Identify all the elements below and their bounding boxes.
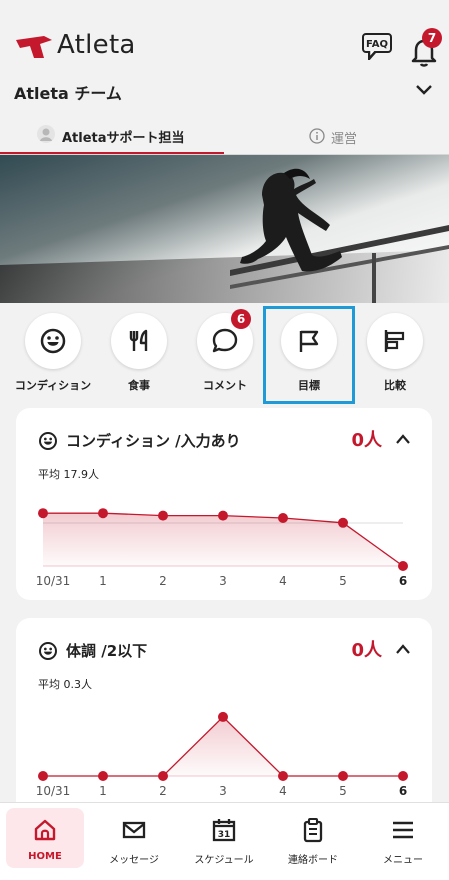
chart-point — [398, 771, 408, 781]
physical-condition-card[interactable]: 体調 /2以下 0人 平均 0.3人 10/31 1 2 3 4 5 6 — [16, 618, 432, 818]
x-tick-label: 2 — [159, 784, 167, 798]
nav-menu[interactable]: メニュー — [363, 809, 443, 867]
nav-label: 連絡ボード — [288, 855, 338, 866]
chart-point — [218, 711, 228, 722]
chart-point — [158, 510, 168, 521]
quick-action-label: コメント — [203, 379, 247, 392]
comment-badge: 6 — [231, 309, 251, 329]
tab-support-staff[interactable]: Atletaサポート担当 — [0, 118, 224, 154]
quick-action-label: コンディション — [14, 379, 92, 392]
tab-label: 運営 — [331, 132, 358, 147]
chart-area — [43, 513, 403, 566]
x-tick-label: 4 — [279, 784, 287, 798]
info-icon — [309, 128, 325, 144]
nav-label: HOME — [28, 851, 62, 862]
chart-area — [43, 716, 403, 776]
chevron-down-icon[interactable] — [414, 82, 434, 98]
faq-button[interactable]: FAQ — [362, 33, 394, 61]
quick-action-label: 食事 — [128, 379, 150, 392]
quick-action-label: 比較 — [384, 379, 406, 392]
chart-point — [338, 771, 348, 781]
quick-action-compare[interactable]: 比較 — [351, 313, 439, 397]
quick-action-condition[interactable]: コンディション — [9, 313, 97, 397]
x-tick-label: 5 — [339, 784, 347, 798]
x-tick-label: 6 — [399, 574, 407, 588]
chart-point — [38, 771, 48, 781]
mail-icon — [122, 821, 146, 839]
notification-badge: 7 — [422, 28, 442, 48]
chart-point — [218, 510, 228, 521]
notification-button[interactable]: 7 — [408, 28, 442, 67]
avatar — [37, 125, 55, 143]
x-tick-label: 1 — [99, 784, 107, 798]
chart-point — [98, 508, 108, 519]
chart-point — [38, 508, 48, 519]
x-tick-label: 10/31 — [36, 574, 71, 588]
chart-point — [98, 771, 108, 781]
condition-card[interactable]: コンディション /入力あり 0人 平均 17.9人 10/31 1 2 3 4 5 6 — [16, 408, 432, 600]
condition-chart: 10/31 1 2 3 4 5 6 — [36, 508, 408, 588]
chart-point — [398, 561, 408, 571]
x-tick-label: 6 — [399, 784, 407, 798]
x-tick-label: 2 — [159, 574, 167, 588]
chat-bubble-icon — [212, 328, 238, 353]
nav-message[interactable]: メッセージ — [94, 809, 174, 867]
x-tick-label: 4 — [279, 574, 287, 588]
x-tick-label: 5 — [339, 574, 347, 588]
speech-tail-icon — [368, 51, 377, 60]
physical-condition-chart: 10/31 1 2 3 4 5 6 — [36, 711, 408, 798]
bar-compare-icon — [384, 330, 405, 352]
x-tick-label: 10/31 — [36, 784, 71, 798]
bottom-nav: HOME メッセージ 31 スケジュール 連絡ボード メニュー — [0, 802, 449, 880]
hero-runner-image — [0, 155, 449, 303]
clipboard-icon — [303, 817, 323, 843]
hamburger-icon — [393, 821, 413, 839]
highlight-box — [263, 306, 355, 404]
nav-board[interactable]: 連絡ボード — [273, 809, 353, 867]
tab-management[interactable]: 運営 — [224, 118, 449, 154]
smiley-icon — [40, 328, 66, 354]
x-tick-label: 3 — [219, 784, 227, 798]
calendar-icon: 31 — [212, 819, 236, 842]
chart-point — [278, 513, 288, 523]
home-icon — [34, 819, 56, 841]
faq-label: FAQ — [362, 33, 392, 53]
calendar-day: 31 — [218, 830, 231, 840]
x-tick-label: 3 — [219, 574, 227, 588]
fork-knife-icon — [129, 329, 148, 351]
nav-home[interactable]: HOME — [5, 809, 85, 867]
app-logo-text: Atleta — [57, 30, 136, 60]
quick-action-meal[interactable]: 食事 — [95, 313, 183, 397]
chart-point — [158, 771, 168, 781]
nav-schedule[interactable]: 31 スケジュール — [184, 809, 264, 867]
nav-label: メニュー — [383, 855, 423, 866]
tab-label: Atletaサポート担当 — [62, 131, 185, 146]
chart-point — [278, 771, 288, 781]
team-name: Atleta チーム — [14, 84, 122, 103]
nav-label: メッセージ — [109, 855, 159, 866]
nav-label: スケジュール — [194, 855, 254, 866]
atleta-logo-icon — [16, 36, 52, 58]
quick-action-comment[interactable]: 6 コメント — [181, 309, 269, 397]
x-tick-label: 1 — [99, 574, 107, 588]
chart-point — [338, 517, 348, 528]
